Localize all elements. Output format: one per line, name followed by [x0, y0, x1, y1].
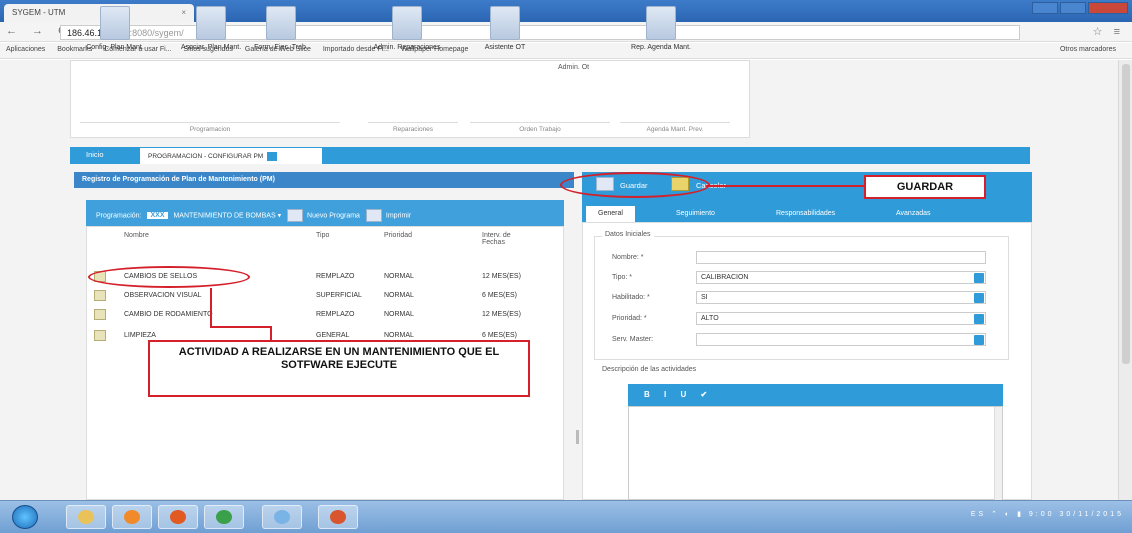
description-legend: Descripción de las actividades: [602, 366, 697, 373]
left-panel-title: Registro de Programación de Plan de Mant…: [74, 172, 574, 188]
ribbon-group-label: Programacion: [80, 122, 340, 133]
taskbar-app-icon[interactable]: [262, 505, 302, 529]
col-header-nombre[interactable]: Nombre: [124, 232, 149, 239]
table-row[interactable]: OBSERVACION VISUAL SUPERFICIAL NORMAL 6 MES…: [86, 287, 564, 305]
taskbar-media-icon[interactable]: [112, 505, 152, 529]
bookmarks-bar: Aplicaciones Bookmarks Comenzar a usar F…: [0, 43, 1132, 59]
serv-master-select[interactable]: [696, 333, 986, 346]
plan-icon: [100, 6, 130, 40]
tab-seguimiento[interactable]: Seguimiento: [664, 206, 727, 222]
dropdown-icon[interactable]: [974, 273, 984, 283]
table-row[interactable]: CAMBIO DE RODAMIENTO REMPLAZO NORMAL 12 MES…: [86, 306, 564, 324]
document-icon: [94, 290, 106, 301]
window-controls: [1028, 2, 1128, 16]
document-icon: [94, 309, 106, 320]
ribbon-group-label: Orden Trabajo: [470, 122, 610, 133]
nuevo-programa-button[interactable]: Nuevo Programa: [307, 212, 360, 219]
dropdown-icon[interactable]: [974, 314, 984, 324]
wrench-icon: [392, 6, 422, 40]
bookmark-star-icon[interactable]: ☆ ≡: [1093, 25, 1124, 38]
maximize-button[interactable]: [1060, 2, 1086, 14]
tab-responsabilidades[interactable]: Responsabilidades: [764, 206, 847, 222]
minimize-button[interactable]: [1032, 2, 1058, 14]
row-highlight: [88, 266, 250, 288]
calendar-icon: [646, 6, 676, 40]
serv-master-label: Serv. Master:: [612, 336, 654, 343]
prioridad-label: Prioridad: *: [612, 315, 647, 322]
ribbon-group-label: Agenda Mant. Prev.: [620, 122, 730, 133]
start-button[interactable]: [12, 505, 38, 529]
tipo-select[interactable]: CALIBRACION: [696, 271, 986, 284]
tab-avanzadas[interactable]: Avanzadas: [884, 206, 943, 222]
ribbon-group-label: Reparaciones: [368, 122, 458, 133]
nombre-field[interactable]: [696, 251, 986, 264]
habilitado-select[interactable]: SI: [696, 291, 986, 304]
other-bookmarks[interactable]: Otros marcadores: [1060, 46, 1116, 53]
guardar-highlight: [560, 172, 710, 198]
wizard-icon: [490, 6, 520, 40]
imprimir-button[interactable]: Imprimir: [386, 212, 411, 219]
annotation-actividad: ACTIVIDAD A REALIZARSE EN UN MANTENIMIEN…: [148, 340, 530, 397]
nombre-label: Nombre: *: [612, 254, 644, 261]
admin-reparaciones-button[interactable]: Admin. Reparaciones: [372, 6, 442, 51]
panel-splitter[interactable]: [576, 430, 579, 444]
tab-close-icon[interactable]: [267, 152, 278, 161]
programacion-chip: XXX: [147, 212, 168, 220]
col-header-tipo[interactable]: Tipo: [316, 232, 329, 239]
tab-programacion[interactable]: PROGRAMACION - CONFIGURAR PM: [140, 148, 322, 164]
page-scrollbar[interactable]: [1118, 60, 1132, 500]
annotation-connector: [706, 185, 864, 187]
new-program-icon: [287, 209, 304, 222]
system-tray[interactable]: ES ⌃ ◐ ▮ 9:00 30/11/2015: [971, 510, 1124, 518]
checklist-icon: [196, 6, 226, 40]
bookmark-item[interactable]: Aplicaciones: [6, 46, 45, 53]
scrollbar-thumb[interactable]: [1122, 64, 1130, 364]
programacion-label: Programación:: [96, 212, 142, 220]
prioridad-select[interactable]: ALTO: [696, 312, 986, 325]
config-plan-button[interactable]: Config. Plan Mant.: [80, 6, 150, 51]
editor-scrollbar[interactable]: [994, 407, 1002, 501]
dropdown-icon[interactable]: [974, 293, 984, 303]
programacion-toolbar: Programación: XXX MANTENIMIENTO DE BOMBA…: [86, 200, 564, 226]
fieldset-legend: Datos Iniciales: [602, 231, 654, 238]
col-header-prioridad[interactable]: Prioridad: [384, 232, 412, 239]
tipo-label: Tipo: *: [612, 274, 632, 281]
asistente-ot-button[interactable]: Asistente OT: [470, 6, 540, 51]
annotation-guardar: GUARDAR: [864, 175, 986, 199]
tab-general[interactable]: General: [586, 206, 635, 222]
taskbar-chrome-icon[interactable]: [204, 505, 244, 529]
admin-ot-button[interactable]: Admin. Ot: [558, 64, 589, 71]
tab-inicio[interactable]: Inicio: [86, 150, 104, 159]
col-header-intervalo[interactable]: Interv. de Fechas: [482, 232, 530, 246]
description-editor[interactable]: [628, 406, 1003, 501]
dropdown-icon[interactable]: [974, 335, 984, 345]
annotation-connector: [210, 326, 272, 328]
document-icon: [94, 330, 106, 341]
rep-agenda-button[interactable]: Rep. Agenda Mant.: [626, 6, 696, 51]
tab-title: SYGEM - UTM: [12, 8, 66, 17]
close-window-button[interactable]: [1088, 2, 1128, 14]
form-ejec-button[interactable]: Form. Ejec. Trab.: [246, 6, 316, 51]
taskbar-powerpoint-icon[interactable]: [318, 505, 358, 529]
annotation-connector: [210, 288, 212, 328]
programacion-select[interactable]: MANTENIMIENTO DE BOMBAS: [173, 212, 275, 219]
printer-icon: [365, 209, 382, 222]
asociar-plan-button[interactable]: Asociar. Plan Mant.: [176, 6, 246, 51]
taskbar-firefox-icon[interactable]: [158, 505, 198, 529]
editor-toolbar[interactable]: B I U ✔: [628, 384, 1003, 406]
form-icon: [266, 6, 296, 40]
habilitado-label: Habilitado: *: [612, 294, 650, 301]
taskbar-explorer-icon[interactable]: [66, 505, 106, 529]
